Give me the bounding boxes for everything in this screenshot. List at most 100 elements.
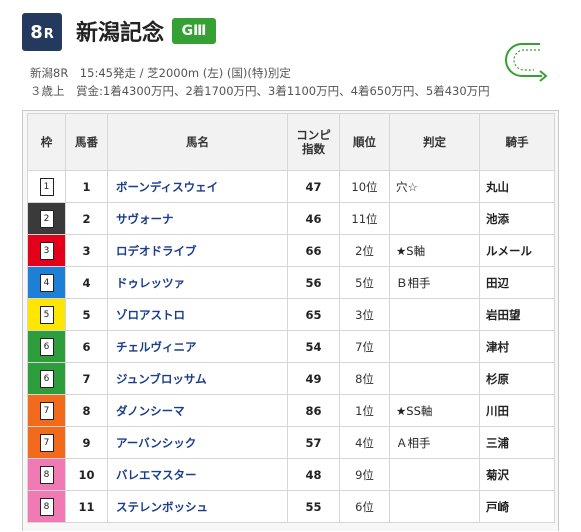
horse-name[interactable]: アーバンシック [107,426,288,459]
horse-name[interactable]: チェルヴィニア [107,330,288,363]
table-row[interactable]: 3 3 ロデオドライブ 66 2位 ★S軸 ルメール [27,234,555,267]
header-judge: 判定 [389,113,480,171]
horse-number: 5 [65,298,108,331]
frame-number: 3 [39,241,54,260]
rank: 5位 [339,266,390,299]
horse-number: 7 [65,362,108,395]
entries-table: 枠 馬番 馬名 コンピ 指数 順位 判定 騎手 1 1 ボーンディスウェイ 47 10位穴… [27,113,555,523]
jockey: ルメール [479,234,555,267]
table-row[interactable]: 1 1 ボーンディスウェイ 47 10位 穴☆ 丸山 [27,170,555,203]
jockey: 杉原 [479,362,555,395]
header-comp-line2: 指数 [302,142,325,156]
header-name: 馬名 [107,113,288,171]
grade-badge: GⅢ [172,18,216,44]
table-row[interactable]: 6 6 チェルヴィニア 54 7位 津村 [27,330,555,363]
table-row[interactable]: 7 9 アーバンシック 57 4位 Ａ相手 三浦 [27,426,555,459]
frame-number: 8 [39,497,54,516]
horse-number: 2 [65,202,108,235]
horse-name[interactable]: ロデオドライブ [107,234,288,267]
rank: 9位 [339,458,390,491]
judgement [389,330,480,363]
horse-number: 3 [65,234,108,267]
rank: 10位 [339,170,390,203]
frame-number: 7 [39,433,54,452]
frame-cell: 8 [27,458,66,491]
compi-index: 48 [287,458,340,491]
rank: 4位 [339,426,390,459]
frame-number: 6 [39,369,54,388]
jockey: 岩田望 [479,298,555,331]
table-row[interactable]: 4 4 ドゥレッツァ 56 5位 Ｂ相手 田辺 [27,266,555,299]
frame-cell: 5 [27,298,66,331]
race-info-line1: 新潟8R 15:45発走 / 芝2000m (左) (国)(特)別定 [30,66,291,80]
jockey: 川田 [479,394,555,427]
judgement [389,362,480,395]
frame-cell: 8 [27,490,66,523]
jockey: 津村 [479,330,555,363]
race-number-badge: 8R [22,13,62,51]
left-turn-course-icon [505,43,548,82]
judgement: ★SS軸 [389,394,480,427]
horse-name[interactable]: ダノンシーマ [107,394,288,427]
horse-number: 8 [65,394,108,427]
compi-index: 65 [287,298,340,331]
entries-table-container: 枠 馬番 馬名 コンピ 指数 順位 判定 騎手 1 1 ボーンディスウェイ 47 10位穴… [22,110,559,531]
horse-name[interactable]: ドゥレッツァ [107,266,288,299]
compi-index: 56 [287,266,340,299]
table-row[interactable]: 8 10 バレエマスター 48 9位 菊沢 [27,458,555,491]
jockey: 田辺 [479,266,555,299]
judgement [389,490,480,523]
jockey: 三浦 [479,426,555,459]
frame-cell: 7 [27,394,66,427]
frame-cell: 6 [27,330,66,363]
jockey: 池添 [479,202,555,235]
header-comp-line1: コンピ [296,128,331,142]
horse-number: 9 [65,426,108,459]
judgement: ★S軸 [389,234,480,267]
judgement: Ｂ相手 [389,266,480,299]
compi-index: 49 [287,362,340,395]
compi-index: 66 [287,234,340,267]
frame-cell: 6 [27,362,66,395]
compi-index: 57 [287,426,340,459]
frame-cell: 7 [27,426,66,459]
frame-cell: 4 [27,266,66,299]
horse-name[interactable]: サヴォーナ [107,202,288,235]
race-number: 8 [30,21,43,43]
judgement [389,298,480,331]
horse-name[interactable]: ボーンディスウェイ [107,170,288,203]
judgement: Ａ相手 [389,426,480,459]
horse-name[interactable]: ステレンボッシュ [107,490,288,523]
table-row[interactable]: 8 11 ステレンボッシュ 55 6位 戸崎 [27,490,555,523]
judgement [389,202,480,235]
compi-index: 86 [287,394,340,427]
header-comp: コンピ 指数 [287,113,340,171]
horse-number: 1 [65,170,108,203]
rank: 3位 [339,298,390,331]
table-row[interactable]: 2 2 サヴォーナ 46 11位 池添 [27,202,555,235]
horse-number: 11 [65,490,108,523]
table-header-row: 枠 馬番 馬名 コンピ 指数 順位 判定 騎手 [27,113,555,171]
jockey: 菊沢 [479,458,555,491]
horse-number: 4 [65,266,108,299]
race-number-suffix: R [43,26,54,42]
compi-index: 55 [287,490,340,523]
rank: 1位 [339,394,390,427]
table-row[interactable]: 5 5 ゾロアストロ 65 3位 岩田望 [27,298,555,331]
rank: 6位 [339,490,390,523]
rank: 11位 [339,202,390,235]
header-frame: 枠 [27,113,66,171]
table-row[interactable]: 7 8 ダノンシーマ 86 1位 ★SS軸 川田 [27,394,555,427]
rank: 7位 [339,330,390,363]
horse-number: 10 [65,458,108,491]
horse-name[interactable]: バレエマスター [107,458,288,491]
frame-number: 5 [39,305,54,324]
frame-number: 4 [39,273,54,292]
frame-number: 7 [39,401,54,420]
horse-name[interactable]: ゾロアストロ [107,298,288,331]
horse-name[interactable]: ジュンブロッサム [107,362,288,395]
race-info-line2: ３歳上 賞金:1着4300万円、2着1700万円、3着1100万円、4着650万… [30,84,490,98]
frame-number: 2 [39,209,54,228]
judgement [389,458,480,491]
table-row[interactable]: 6 7 ジュンブロッサム 49 8位 杉原 [27,362,555,395]
